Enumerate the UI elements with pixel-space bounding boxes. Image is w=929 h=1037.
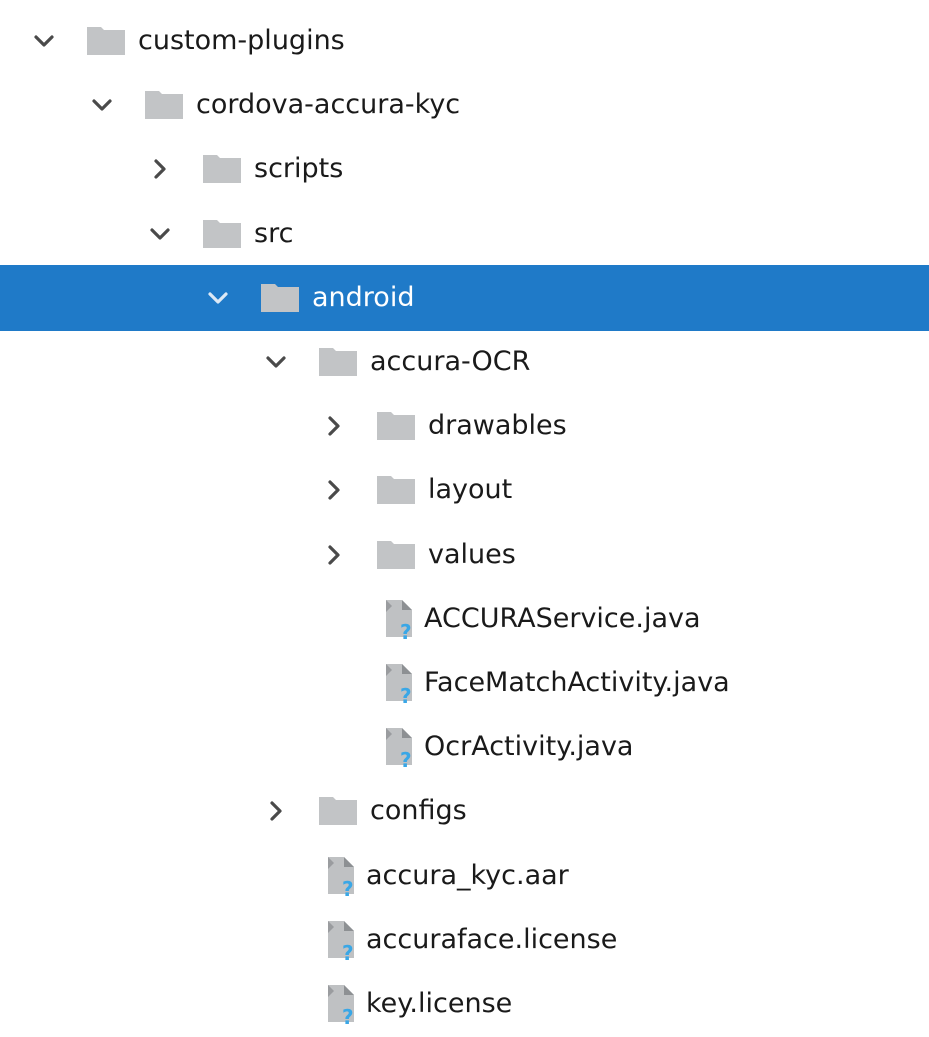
unknown-file-icon: ? <box>320 854 358 898</box>
folder-icon <box>202 152 242 184</box>
tree-row-cordova-accura-kyc[interactable]: cordova-accura-kyc <box>0 72 929 138</box>
unknown-file-icon: ? <box>378 661 416 705</box>
chevron-down-icon[interactable] <box>30 27 58 55</box>
tree-row-label: accura_kyc.aar <box>366 859 569 891</box>
svg-text:?: ? <box>400 748 412 769</box>
chevron-down-icon[interactable] <box>146 220 174 248</box>
tree-row-label: configs <box>370 795 467 827</box>
folder-icon <box>318 794 358 826</box>
folder-icon <box>376 409 416 441</box>
tree-row-custom-plugins[interactable]: custom-plugins <box>0 8 929 74</box>
tree-row-label: android <box>312 281 415 313</box>
folder-icon <box>376 473 416 505</box>
chevron-right-icon[interactable] <box>320 541 348 569</box>
chevron-right-icon[interactable] <box>320 476 348 504</box>
svg-text:?: ? <box>342 877 354 898</box>
tree-row-label: custom-plugins <box>138 25 345 56</box>
unknown-file-icon: ? <box>378 725 416 769</box>
tree-row-label: ACCURAService.java <box>424 602 701 634</box>
tree-row-values[interactable]: values <box>0 522 929 588</box>
tree-row-android[interactable]: android <box>0 264 929 331</box>
svg-text:?: ? <box>342 941 354 962</box>
folder-icon <box>260 281 300 313</box>
unknown-file-icon: ? <box>320 918 358 962</box>
tree-row-accura-kyc-aar[interactable]: ? accura_kyc.aar <box>0 843 929 909</box>
tree-row-label: accuraface.license <box>366 923 618 955</box>
svg-text:?: ? <box>342 1005 354 1026</box>
chevron-right-icon[interactable] <box>146 155 174 183</box>
tree-row-scripts[interactable]: scripts <box>0 136 929 202</box>
chevron-right-icon[interactable] <box>320 412 348 440</box>
chevron-down-icon[interactable] <box>204 284 232 312</box>
tree-row-label: src <box>254 217 294 249</box>
folder-icon <box>318 345 358 377</box>
svg-text:?: ? <box>400 684 412 705</box>
unknown-file-icon: ? <box>378 597 416 641</box>
tree-row-key-license[interactable]: ? key.license <box>0 971 929 1037</box>
tree-row-label: layout <box>428 474 513 506</box>
chevron-down-icon[interactable] <box>88 91 116 119</box>
chevron-right-icon[interactable] <box>262 797 290 825</box>
folder-icon <box>144 88 184 120</box>
folder-icon <box>86 24 126 56</box>
tree-row-accuraface-license[interactable]: ? accuraface.license <box>0 907 929 973</box>
tree-row-label: FaceMatchActivity.java <box>424 667 730 698</box>
chevron-down-icon[interactable] <box>262 348 290 376</box>
svg-text:?: ? <box>400 620 412 641</box>
tree-row-accuraservice-java[interactable]: ? ACCURAService.java <box>0 586 929 652</box>
tree-row-label: cordova-accura-kyc <box>196 89 461 121</box>
tree-row-label: values <box>428 538 516 570</box>
tree-row-facematchactivity-java[interactable]: ? FaceMatchActivity.java <box>0 650 929 716</box>
tree-row-label: accura-OCR <box>370 346 531 377</box>
tree-row-label: scripts <box>254 153 344 185</box>
tree-row-label: drawables <box>428 410 567 442</box>
tree-row-layout[interactable]: layout <box>0 457 929 523</box>
tree-row-label: key.license <box>366 988 513 1019</box>
tree-row-drawables[interactable]: drawables <box>0 393 929 459</box>
tree-row-src[interactable]: src <box>0 201 929 267</box>
tree-row-accura-ocr[interactable]: accura-OCR <box>0 329 929 395</box>
tree-row-ocractivity-java[interactable]: ? OcrActivity.java <box>0 714 929 780</box>
unknown-file-icon: ? <box>320 982 358 1026</box>
project-tree: custom-plugins cordova-accura-kyc scripts s… <box>0 0 929 1026</box>
tree-row-configs[interactable]: configs <box>0 778 929 844</box>
tree-row-label: OcrActivity.java <box>424 731 634 763</box>
folder-icon <box>202 217 242 249</box>
folder-icon <box>376 538 416 570</box>
